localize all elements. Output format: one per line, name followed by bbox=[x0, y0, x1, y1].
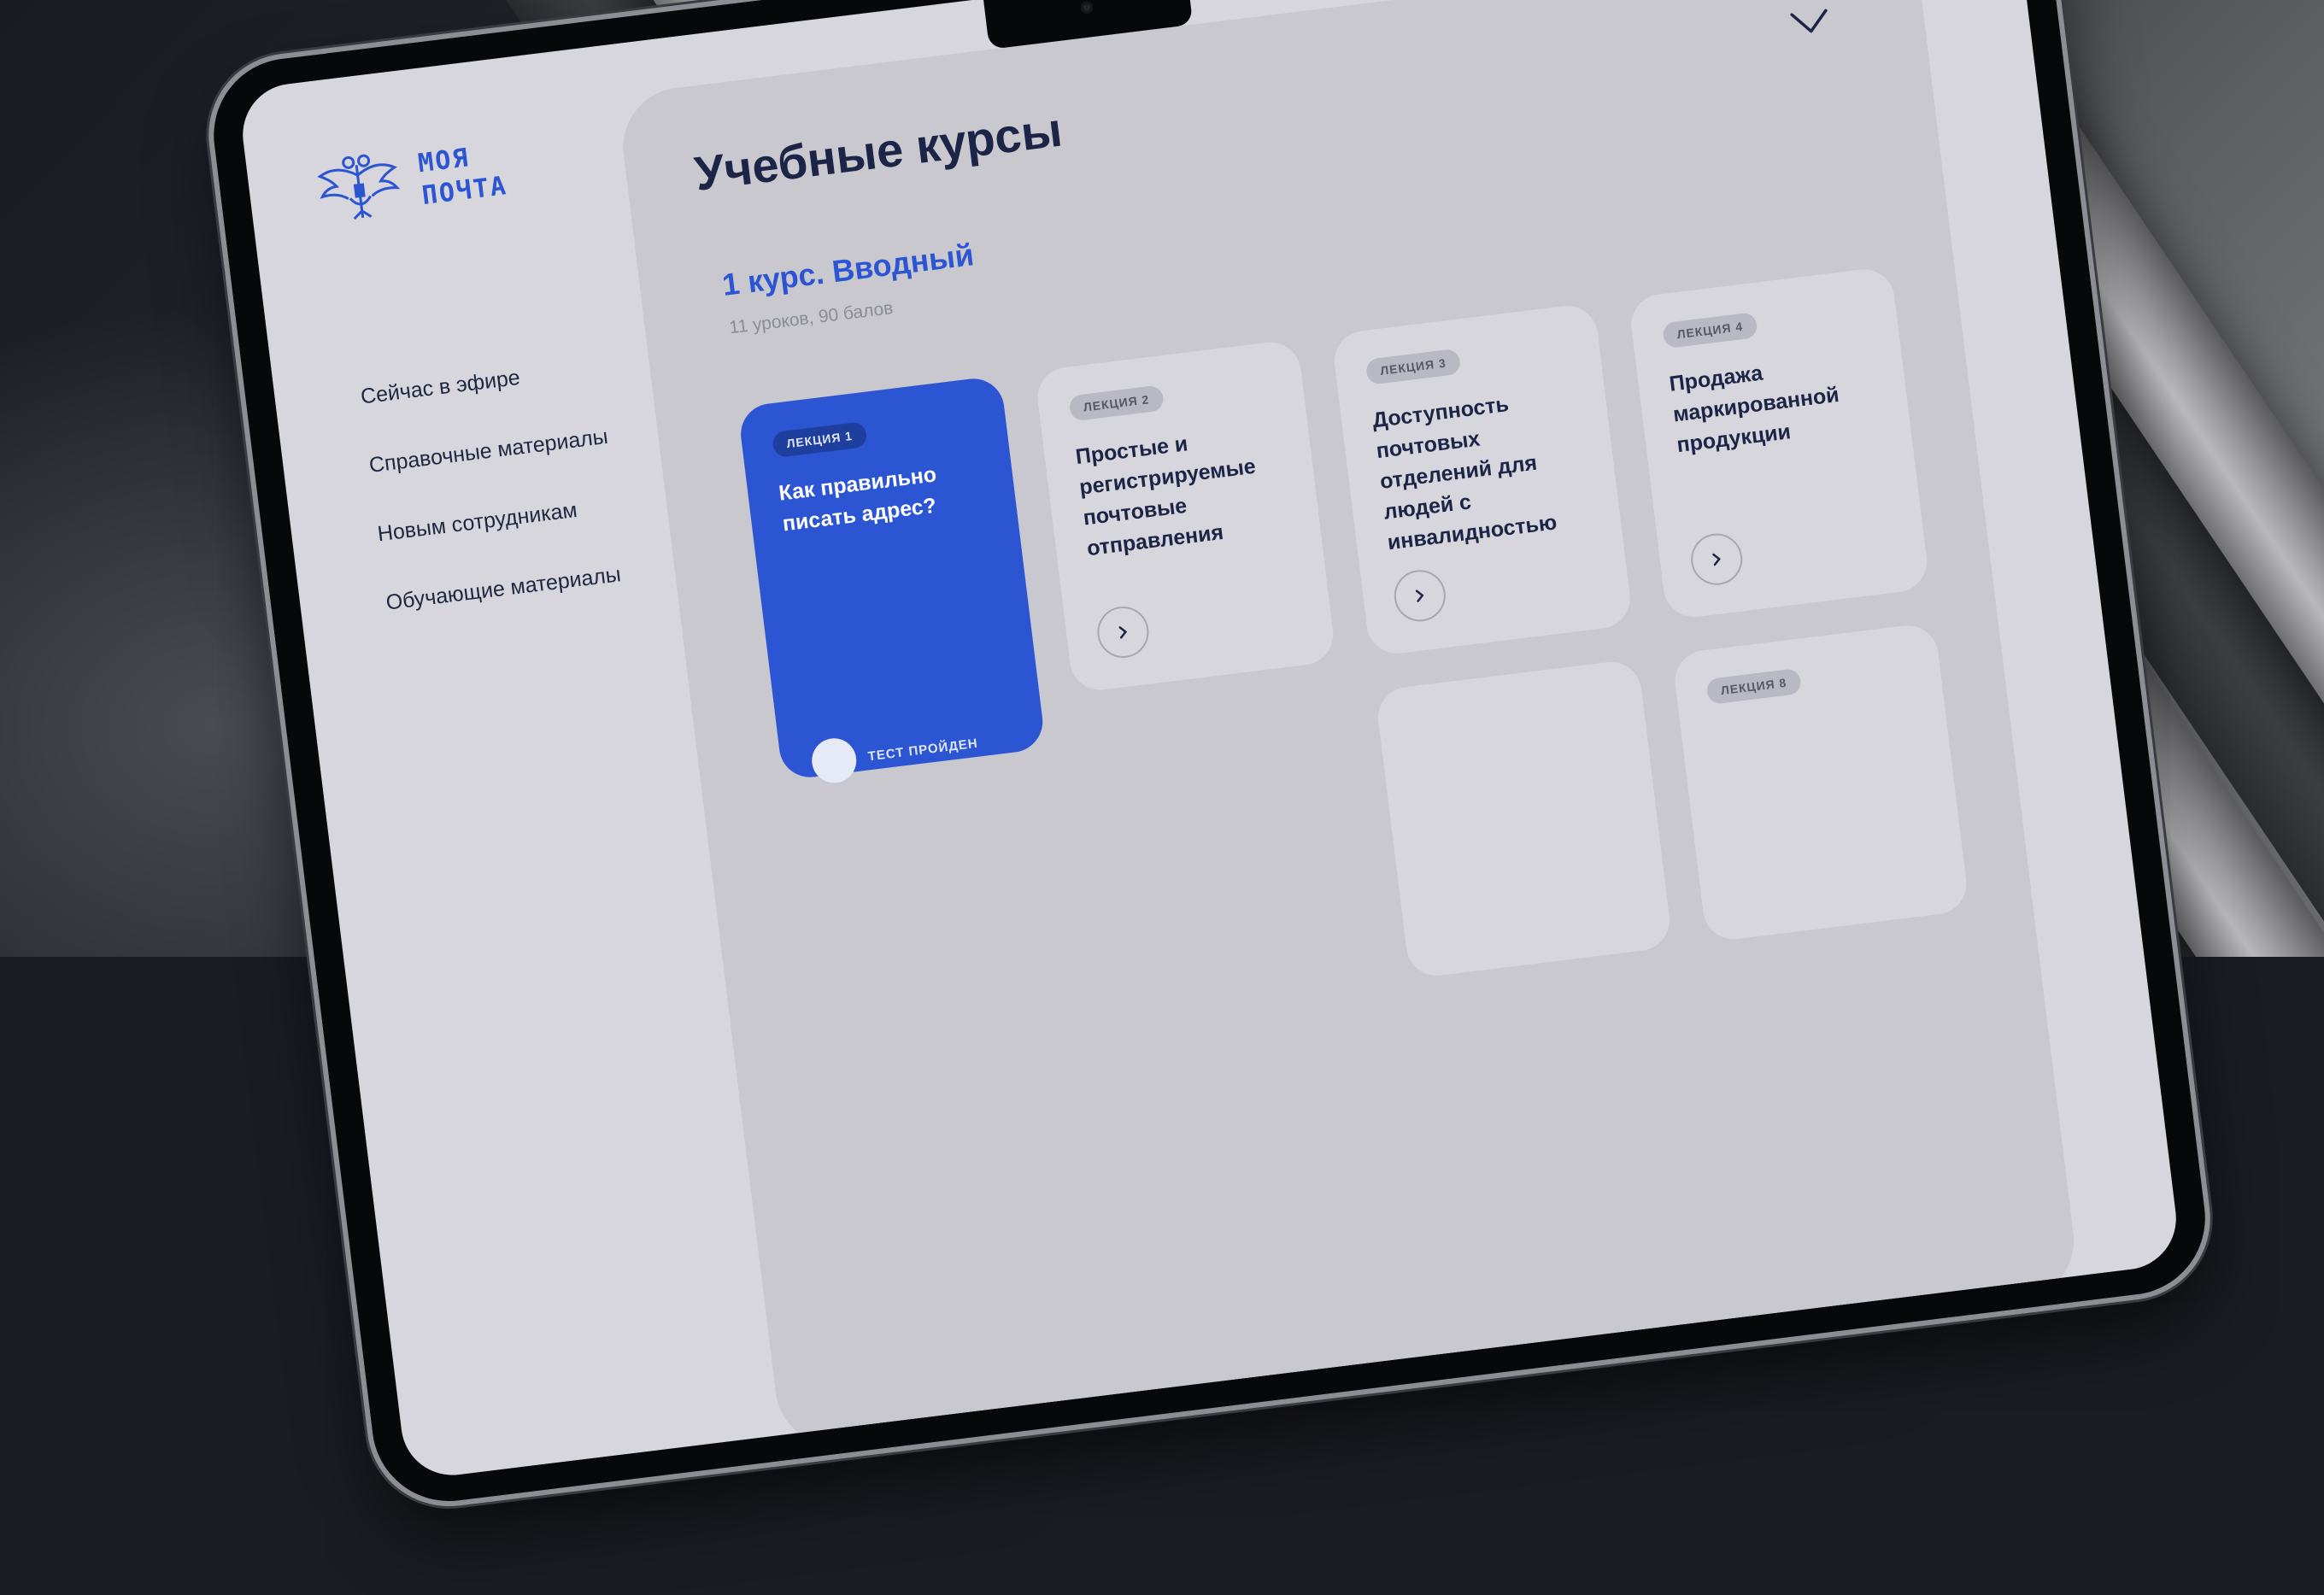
lecture-title: Доступность почтовых отделений для людей… bbox=[1370, 392, 1558, 555]
check-circle-icon bbox=[809, 736, 860, 786]
laptop: МОЯ ПОЧТА Сейчас в эфире Справочные мате… bbox=[205, 0, 2224, 1595]
sidebar-item-new-employees[interactable]: Новым сотрудникам bbox=[376, 493, 618, 547]
laptop-bezel: МОЯ ПОЧТА Сейчас в эфире Справочные мате… bbox=[205, 0, 2215, 1510]
lecture-badge: ЛЕКЦИЯ 8 bbox=[1705, 667, 1802, 706]
lecture-badge: ЛЕКЦИЯ 2 bbox=[1068, 384, 1165, 422]
chevron-down-icon[interactable] bbox=[1789, 7, 1831, 37]
sidebar-item-live[interactable]: Сейчас в эфире bbox=[360, 355, 602, 409]
sidebar-item-training[interactable]: Обучающие материалы bbox=[384, 562, 626, 616]
open-lecture-button[interactable] bbox=[1095, 603, 1152, 661]
lecture-title: Простые и регистрируемые почтовые отправ… bbox=[1074, 431, 1258, 561]
courses-panel: Учебные курсы 1 курс. Вводный 11 уроков,… bbox=[616, 0, 2081, 1452]
brand-wordmark: МОЯ ПОЧТА bbox=[416, 138, 509, 213]
lecture-card-2[interactable]: ЛЕКЦИЯ 2 Простые и регистрируемые почтов… bbox=[1034, 338, 1337, 694]
test-status: ТЕСТ ПРОЙДЕН bbox=[809, 721, 980, 786]
lecture-card-8[interactable]: ЛЕКЦИЯ 8 bbox=[1671, 622, 1970, 943]
lecture-card-1[interactable]: ЛЕКЦИЯ 1 Как правильно писать адрес? ТЕС… bbox=[737, 375, 1047, 786]
page-title: Учебные курсы bbox=[691, 102, 1065, 201]
lecture-card-4[interactable]: ЛЕКЦИЯ 4 Продажа маркированной продукции bbox=[1628, 266, 1931, 621]
chevron-right-icon bbox=[1118, 626, 1128, 639]
brand-logo[interactable]: МОЯ ПОЧТА bbox=[312, 132, 510, 231]
lecture-title bbox=[1711, 700, 1918, 725]
course-meta: 11 уроков, 90 балов bbox=[728, 298, 895, 338]
chevron-right-icon bbox=[1415, 589, 1424, 602]
open-lecture-button[interactable] bbox=[1391, 566, 1449, 625]
lecture-card-3[interactable]: ЛЕКЦИЯ 3 Доступность почтовых отделений … bbox=[1330, 302, 1634, 657]
eagle-emblem-icon bbox=[317, 154, 401, 220]
lecture-badge: ЛЕКЦИЯ 3 bbox=[1364, 348, 1462, 385]
laptop-screen: МОЯ ПОЧТА Сейчас в эфире Справочные мате… bbox=[237, 0, 2182, 1481]
chevron-right-icon bbox=[1712, 553, 1721, 566]
lecture-title: Продажа маркированной продукции bbox=[1668, 361, 1841, 458]
lecture-title: Как правильно писать адрес? bbox=[777, 462, 938, 537]
camera-icon bbox=[1080, 0, 1094, 15]
sidebar-nav: Сейчас в эфире Справочные материалы Новы… bbox=[360, 355, 632, 660]
course-title[interactable]: 1 курс. Вводный bbox=[720, 237, 976, 303]
open-lecture-button[interactable] bbox=[1687, 531, 1746, 589]
lecture-card-7[interactable] bbox=[1374, 658, 1674, 980]
lecture-badge: ЛЕКЦИЯ 4 bbox=[1662, 312, 1758, 349]
test-status-label: ТЕСТ ПРОЙДЕН bbox=[866, 736, 979, 764]
sidebar-item-reference[interactable]: Справочные материалы bbox=[367, 425, 609, 478]
lecture-badge: ЛЕКЦИЯ 1 bbox=[771, 421, 868, 459]
